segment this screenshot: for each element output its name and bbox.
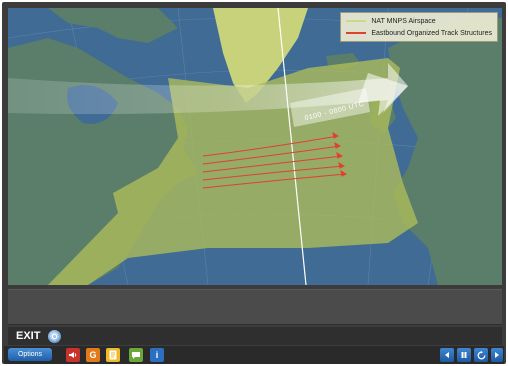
legend-swatch-tracks xyxy=(346,32,367,34)
exit-bar: EXIT xyxy=(8,327,502,345)
audio-icon[interactable] xyxy=(66,348,80,362)
airspace-map xyxy=(8,8,502,285)
notes-icon[interactable] xyxy=(106,348,120,362)
bottom-toolbar: Options G i xyxy=(4,346,504,364)
glossary-icon[interactable]: G xyxy=(86,348,100,362)
exit-button[interactable]: EXIT xyxy=(16,330,40,342)
previous-icon[interactable] xyxy=(440,348,454,362)
options-button[interactable]: Options xyxy=(8,348,52,361)
info-icon[interactable]: i xyxy=(150,348,164,362)
next-icon[interactable] xyxy=(491,348,503,362)
map-view: 0100 - 0800 UTC NAT MNPS Airspace Eastbo… xyxy=(8,8,502,285)
caption-panel xyxy=(8,289,502,325)
map-legend: NAT MNPS Airspace Eastbound Organized Tr… xyxy=(340,12,498,42)
legend-label-tracks: Eastbound Organized Track Structures xyxy=(371,29,492,37)
pause-icon[interactable] xyxy=(457,348,471,362)
legend-label-mnps: NAT MNPS Airspace xyxy=(371,17,436,25)
legend-swatch-mnps xyxy=(346,20,367,22)
legend-item-mnps: NAT MNPS Airspace xyxy=(346,15,492,27)
legend-item-tracks: Eastbound Organized Track Structures xyxy=(346,27,492,39)
replay-icon[interactable] xyxy=(474,348,488,362)
caption-text xyxy=(8,290,502,298)
comments-icon[interactable] xyxy=(129,348,143,362)
exit-gear-icon[interactable] xyxy=(48,330,61,343)
